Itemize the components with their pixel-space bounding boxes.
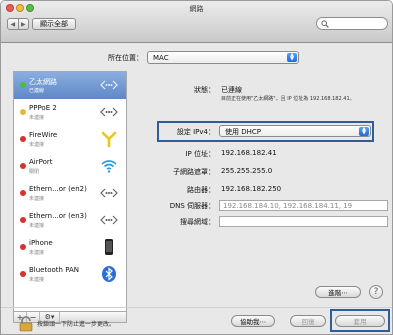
firewire-icon: [101, 131, 117, 148]
lock-icon[interactable]: [19, 316, 33, 332]
status-dot-icon: [20, 136, 26, 142]
status-description: 目前正在使用"乙太網路"，且 IP 位址為 192.168.182.41。: [221, 96, 355, 102]
search-domains-field[interactable]: [219, 216, 388, 227]
service-item-ethernet[interactable]: 乙太網路 已連線: [14, 72, 126, 99]
lock-hint-text: 按鎖頭一下防止進一步更改。: [37, 321, 116, 328]
router-label: 路由器：: [187, 186, 215, 194]
select-arrows-icon: ▲ ▼: [287, 53, 297, 62]
configure-ipv4-select[interactable]: 使用 DHCP ▲ ▼: [219, 125, 371, 137]
apply-button[interactable]: 套用: [335, 315, 385, 327]
service-name: PPPoE 2: [29, 104, 57, 112]
service-name: AirPort: [29, 158, 53, 166]
subnet-mask-label: 子網路遮罩：: [173, 168, 215, 176]
dns-server-label: DNS 伺服器：: [169, 202, 215, 210]
help-button[interactable]: ?: [369, 285, 383, 299]
status-dot-icon: [20, 190, 26, 196]
ethernet-icon: [100, 107, 118, 117]
subnet-mask-value: 255.255.255.0: [221, 167, 273, 175]
search-input[interactable]: [316, 17, 388, 30]
search-domains-label: 搜尋網域：: [180, 218, 215, 226]
ip-address-label: IP 位址：: [185, 150, 215, 158]
location-value: MAC: [153, 54, 169, 62]
assist-me-button[interactable]: 協助我⋯: [231, 315, 275, 327]
service-status: 未連接: [29, 142, 45, 148]
ip-address-value: 192.168.182.41: [221, 149, 277, 157]
service-status: 未連接: [29, 223, 45, 229]
location-row: 所在位置： MAC ▲ ▼: [1, 51, 392, 65]
service-status: 未連接: [29, 196, 45, 202]
dns-server-field[interactable]: 192.168.184.10, 192.168.184.11, 19: [219, 200, 388, 211]
service-item-bluetooth-pan[interactable]: Bluetooth PAN 未連接: [14, 261, 126, 288]
service-name: 乙太網路: [29, 78, 57, 86]
window-title: 網路: [189, 5, 204, 13]
status-value: 已連線: [221, 86, 242, 94]
advanced-button[interactable]: 進階⋯: [315, 286, 361, 298]
bottom-separator: [1, 307, 392, 308]
service-status: 未連接: [29, 277, 45, 283]
location-select[interactable]: MAC ▲ ▼: [147, 51, 299, 64]
service-item-iphone[interactable]: iPhone 未連接: [14, 234, 126, 261]
revert-button[interactable]: 回復: [290, 315, 326, 327]
status-dot-icon: [20, 217, 26, 223]
wifi-icon: [101, 160, 117, 173]
back-forward-control: ◀ ▶: [7, 18, 29, 30]
show-all-button[interactable]: 顯示全部: [32, 18, 76, 30]
service-status: 未連接: [29, 115, 45, 121]
iphone-icon: [105, 239, 113, 255]
service-list: 乙太網路 已連線 PPPoE 2 未連接 FireWire 未連接 AirPor…: [13, 71, 127, 312]
configure-ipv4-label: 設定 IPv4：: [176, 128, 215, 136]
service-name: Ethern...or (en3): [29, 212, 87, 220]
ethernet-icon: [100, 188, 118, 198]
status-dot-icon: [20, 244, 26, 250]
back-button[interactable]: ◀: [8, 19, 18, 29]
service-item-ethernet-en2[interactable]: Ethern...or (en2) 未連接: [14, 180, 126, 207]
select-arrows-icon: ▲ ▼: [359, 127, 369, 136]
service-status: 已連線: [29, 88, 45, 94]
ethernet-icon: [100, 80, 118, 90]
service-item-airport[interactable]: AirPort 關閉: [14, 153, 126, 180]
network-preferences-window: 網路 ◀ ▶ 顯示全部 所在位置： MAC ▲ ▼ 乙太網路 已連線 PPPoE…: [0, 0, 393, 335]
service-name: Ethern...or (en2): [29, 185, 87, 193]
status-dot-icon: [20, 271, 26, 277]
service-status: 未連接: [29, 250, 45, 256]
search-icon: [321, 20, 329, 28]
status-dot-icon: [20, 163, 26, 169]
location-label: 所在位置：: [108, 54, 143, 62]
service-name: FireWire: [29, 131, 58, 139]
service-item-ethernet-en3[interactable]: Ethern...or (en3) 未連接: [14, 207, 126, 234]
status-label: 狀態：: [194, 86, 215, 94]
service-status: 關閉: [29, 169, 40, 175]
service-item-firewire[interactable]: FireWire 未連接: [14, 126, 126, 153]
configure-ipv4-value: 使用 DHCP: [225, 128, 261, 136]
forward-button[interactable]: ▶: [17, 19, 29, 29]
service-item-pppoe[interactable]: PPPoE 2 未連接: [14, 99, 126, 126]
bluetooth-icon: [102, 266, 116, 282]
service-name: iPhone: [29, 239, 53, 247]
status-dot-icon: [20, 82, 26, 88]
ethernet-icon: [100, 215, 118, 225]
service-name: Bluetooth PAN: [29, 266, 80, 274]
router-value: 192.168.182.250: [221, 185, 282, 193]
status-dot-icon: [20, 109, 26, 115]
title-bar: 網路 ◀ ▶ 顯示全部: [1, 1, 392, 43]
